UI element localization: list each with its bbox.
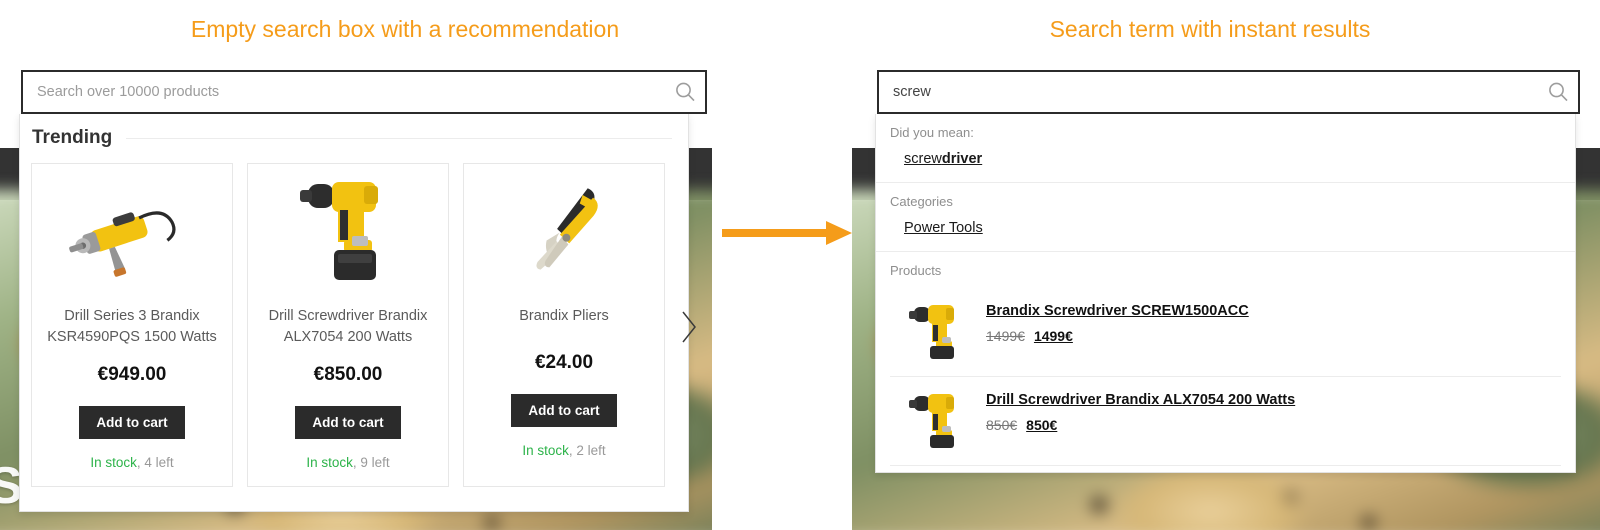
screenshot-stage: S Empty search box with a recommendation… [0,0,1600,530]
product-result-row[interactable]: Drill Screwdriver Brandix ALX7054 200 Wa… [890,377,1561,466]
right-caption: Search term with instant results [1049,16,1371,42]
cordless-drill-icon [904,387,968,451]
search-bar-right[interactable]: screw [877,70,1580,114]
trending-divider [126,137,672,139]
pliers-icon [472,176,656,294]
stock-status: In stock, 2 left [472,427,656,458]
product-name: Drill Series 3 Brandix KSR4590PQS 1500 W… [47,308,217,346]
trending-header: Trending [20,114,688,159]
in-stock-label: In stock [522,443,569,458]
products-caption: Products [890,263,942,278]
new-price: 1499€ [1033,328,1073,344]
product-result-prices: 1499€ 1499€ [986,320,1249,344]
trending-card-list: Drill Series 3 Brandix KSR4590PQS 1500 W… [20,159,696,511]
suggestion-link-screwdriver[interactable]: screwdriver [890,151,982,167]
suggestion-suffix: driver [941,151,983,167]
new-price: 850€ [1026,417,1058,433]
product-card[interactable]: Drill Series 3 Brandix KSR4590PQS 1500 W… [31,163,233,488]
did-you-mean-caption: Did you mean: [890,125,974,140]
product-name: Brandix Pliers [519,308,609,324]
category-link-power-tools[interactable]: Power Tools [890,220,983,236]
left-caption: Empty search box with a recommendation [190,16,620,42]
search-icon[interactable] [1538,81,1578,103]
power-drill-icon [40,176,224,294]
stock-count: , 2 left [568,443,606,458]
product-result-title[interactable]: Drill Screwdriver Brandix ALX7054 200 Wa… [986,392,1295,408]
stock-status: In stock, 4 left [40,439,224,470]
search-widget-results: screw Did you mean: screwdriver Categori… [875,70,1580,473]
in-stock-label: In stock [90,455,137,471]
product-card[interactable]: Drill Screwdriver Brandix ALX7054 200 Wa… [247,163,449,488]
in-stock-label: In stock [306,455,353,471]
arrow-right-icon [722,221,852,245]
product-result-info: Drill Screwdriver Brandix ALX7054 200 Wa… [986,387,1295,433]
add-to-cart-button[interactable]: Add to cart [511,394,617,427]
chevron-right-icon[interactable] [678,309,700,345]
product-price: €850.00 [313,364,383,386]
old-price: 850€ [986,417,1018,433]
search-widget-empty: Search over 10000 products Trending Dril… [19,70,707,513]
stock-status: In stock, 9 left [256,439,440,470]
cordless-drill-icon [256,176,440,294]
cordless-drill-icon [904,298,968,362]
search-input-right[interactable]: screw [879,84,1538,100]
trending-dropdown: Trending Drill Series 3 Brandix KSR4590P… [19,114,696,513]
product-price: €24.00 [534,352,594,373]
search-input-left[interactable]: Search over 10000 products [23,84,665,100]
product-result-row[interactable]: Brandix Screwdriver SCREW1500ACC 1499€ 14… [890,288,1561,377]
product-result-title[interactable]: Brandix Screwdriver SCREW1500ACC [986,303,1249,319]
products-section: Products Brandix Screwdriver SCREW1500AC… [876,252,1575,472]
product-name: Drill Screwdriver Brandix ALX7054 200 Wa… [268,308,428,346]
product-result-prices: 850€ 850€ [986,409,1295,433]
search-bar-left[interactable]: Search over 10000 products [21,70,707,114]
suggestion-prefix: screw [904,151,942,167]
instant-results-dropdown: Did you mean: screwdriver Categories Pow… [875,114,1576,473]
stock-count: , 4 left [136,455,174,471]
add-to-cart-button[interactable]: Add to cart [295,406,401,440]
add-to-cart-button[interactable]: Add to cart [79,406,185,440]
did-you-mean-section: Did you mean: screwdriver [876,114,1575,183]
categories-caption: Categories [890,194,953,209]
categories-section: Categories Power Tools [876,183,1575,252]
product-price: €949.00 [97,364,167,386]
product-card[interactable]: Brandix Pliers €24.00 Add to cart In sto… [463,163,665,488]
connector-arrow [722,219,852,247]
stock-count: , 9 left [352,455,390,471]
search-icon[interactable] [665,81,705,103]
trending-title: Trending [32,127,113,148]
old-price: 1499€ [986,328,1025,344]
product-result-info: Brandix Screwdriver SCREW1500ACC 1499€ 14… [986,298,1249,344]
